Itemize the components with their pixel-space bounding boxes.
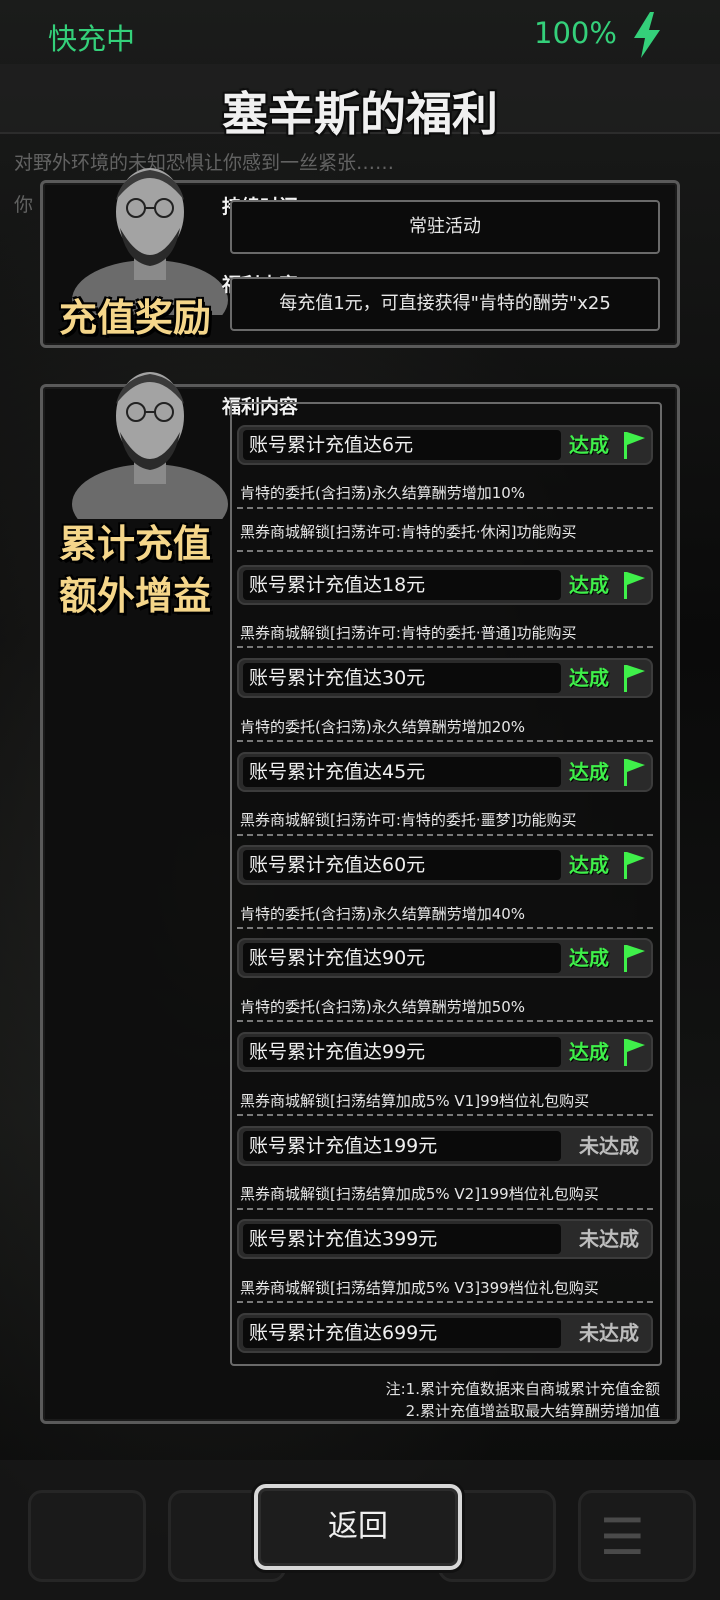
backpack-nav-slot xyxy=(28,1490,146,1582)
tier-label: 账号累计充值达30元 xyxy=(243,663,561,693)
tier-row-6: 账号累计充值达6元 达成 xyxy=(237,425,653,465)
tier-status-achieved: 达成 xyxy=(569,1040,609,1064)
divider xyxy=(237,507,653,509)
tier-label: 账号累计充值达99元 xyxy=(243,1037,561,1067)
tier-label: 账号累计充值达60元 xyxy=(243,850,561,880)
tier-row-199: 账号累计充值达199元 未达成 xyxy=(237,1126,653,1166)
tier-label: 账号累计充值达90元 xyxy=(243,943,561,973)
tier-row-30: 账号累计充值达30元 达成 xyxy=(237,658,653,698)
flag-icon xyxy=(624,572,645,599)
tier-benefit: 肯特的委托(含扫荡)永久结算酬劳增加10% xyxy=(240,484,526,502)
tier-row-18: 账号累计充值达18元 达成 xyxy=(237,565,653,605)
tier-benefit: 黑券商城解锁[扫荡结算加成5% V2]199档位礼包购买 xyxy=(240,1185,599,1203)
divider xyxy=(237,834,653,836)
tier-benefit: 肯特的委托(含扫荡)永久结算酬劳增加40% xyxy=(240,905,526,923)
status-bar: 快充中 100% xyxy=(0,0,720,64)
background-story-text-2: 你 xyxy=(14,194,34,216)
tier-row-60: 账号累计充值达60元 达成 xyxy=(237,845,653,885)
tier-status-achieved: 达成 xyxy=(569,946,609,970)
cumulative-bonus-label: 累计充值 额外增益 xyxy=(40,518,230,622)
tier-status-achieved: 达成 xyxy=(569,666,609,690)
back-button[interactable]: 返回 xyxy=(254,1484,462,1570)
divider xyxy=(237,1301,653,1303)
tier-row-399: 账号累计充值达399元 未达成 xyxy=(237,1219,653,1259)
footnote-1: 注:1.累计充值数据来自商城累计充值金额 xyxy=(385,1380,660,1398)
tier-benefit: 黑券商城解锁[扫荡许可:肯特的委托·休闲]功能购买 xyxy=(240,523,577,541)
page-title: 塞辛斯的福利 xyxy=(222,87,498,141)
flag-icon xyxy=(624,945,645,972)
tier-benefit: 黑券商城解锁[扫荡结算加成5% V3]399档位礼包购买 xyxy=(240,1279,599,1297)
flag-icon xyxy=(624,665,645,692)
tier-label: 账号累计充值达45元 xyxy=(243,757,561,787)
recharge-content-value: 每充值1元，可直接获得"肯特的酬劳"x25 xyxy=(230,277,660,331)
tier-status-achieved: 达成 xyxy=(569,853,609,877)
divider xyxy=(237,1208,653,1210)
tier-row-45: 账号累计充值达45元 达成 xyxy=(237,752,653,792)
tier-row-699: 账号累计充值达699元 未达成 xyxy=(237,1313,653,1353)
divider xyxy=(237,646,653,648)
tier-benefit: 肯特的委托(含扫荡)永久结算酬劳增加50% xyxy=(240,998,526,1016)
tier-row-90: 账号累计充值达90元 达成 xyxy=(237,938,653,978)
cumulative-bonus-label-line1: 累计充值 xyxy=(58,522,211,566)
tier-status-achieved: 达成 xyxy=(569,760,609,784)
tier-benefit: 肯特的委托(含扫荡)永久结算酬劳增加20% xyxy=(240,718,526,736)
flag-icon xyxy=(624,1039,645,1066)
battery-percent: 100% xyxy=(534,16,617,50)
flag-icon xyxy=(624,852,645,879)
divider xyxy=(237,1114,653,1116)
tier-benefit: 黑券商城解锁[扫荡许可:肯特的委托·普通]功能购买 xyxy=(240,624,577,642)
tier-label: 账号累计充值达6元 xyxy=(243,430,561,460)
tier-status-achieved: 达成 xyxy=(569,573,609,597)
divider xyxy=(237,550,653,552)
tier-status-not-achieved: 未达成 xyxy=(579,1134,639,1158)
tier-label: 账号累计充值达18元 xyxy=(243,570,561,600)
divider xyxy=(237,740,653,742)
flag-icon xyxy=(624,432,645,459)
tier-label: 账号累计充值达199元 xyxy=(243,1131,561,1161)
tier-benefit: 黑券商城解锁[扫荡许可:肯特的委托·噩梦]功能购买 xyxy=(240,811,577,829)
menu-icon: ☰ xyxy=(600,1508,645,1566)
duration-value: 常驻活动 xyxy=(230,200,660,254)
cumulative-bonus-label-line2: 额外增益 xyxy=(58,574,211,618)
divider xyxy=(237,927,653,929)
tier-label: 账号累计充值达399元 xyxy=(243,1224,561,1254)
kent-portrait-2 xyxy=(72,372,228,519)
footnote-2: 2.累计充值增益取最大结算酬劳增加值 xyxy=(405,1402,660,1420)
tier-benefit: 黑券商城解锁[扫荡结算加成5% V1]99档位礼包购买 xyxy=(240,1092,590,1110)
divider xyxy=(237,1020,653,1022)
charging-status: 快充中 xyxy=(48,22,136,56)
tier-row-99: 账号累计充值达99元 达成 xyxy=(237,1032,653,1072)
tier-label: 账号累计充值达699元 xyxy=(243,1318,561,1348)
charging-bolt-icon xyxy=(634,12,660,58)
tier-status-not-achieved: 未达成 xyxy=(579,1321,639,1345)
recharge-reward-label: 充值奖励 xyxy=(58,296,211,340)
tier-status-achieved: 达成 xyxy=(569,433,609,457)
tier-status-not-achieved: 未达成 xyxy=(579,1227,639,1251)
flag-icon xyxy=(624,759,645,786)
